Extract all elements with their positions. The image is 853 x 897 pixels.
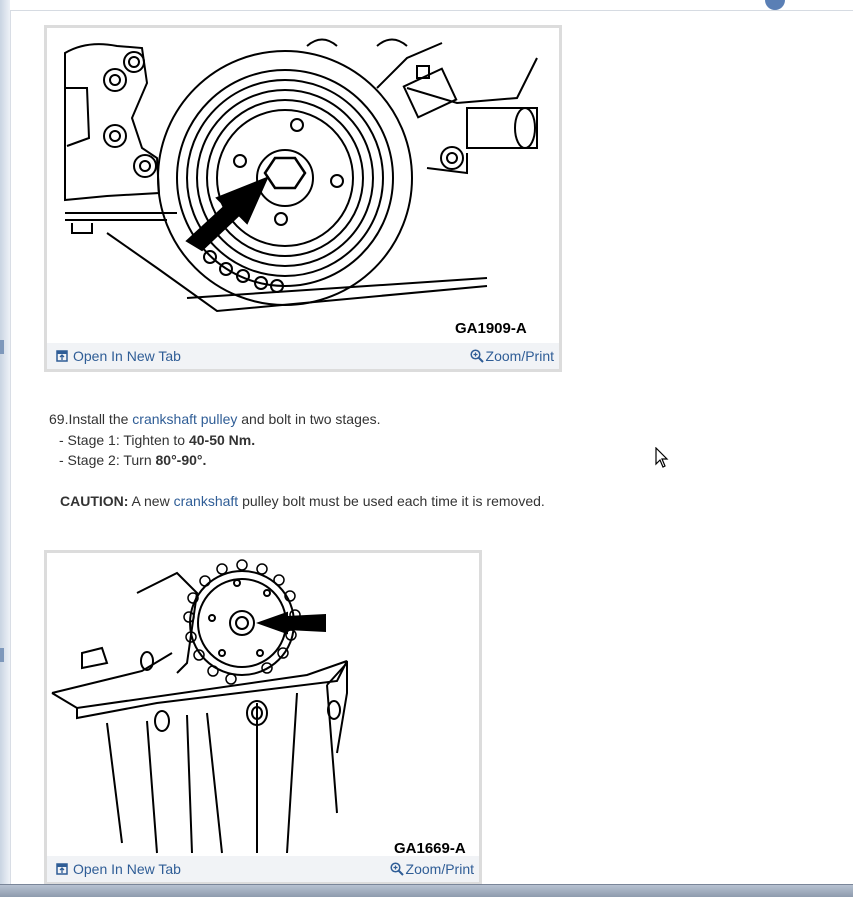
toolbar-button[interactable] — [765, 0, 785, 10]
open-tab-icon — [56, 862, 68, 878]
window-left-edge — [0, 0, 11, 896]
open-in-new-tab-link[interactable]: Open In New Tab — [56, 348, 181, 365]
stage-2-value: 80°-90°. — [155, 452, 207, 468]
stage-2-text: - Stage 2: Turn — [59, 452, 156, 468]
mouse-cursor-icon — [655, 446, 669, 474]
caution-note: CAUTION: A new crankshaft pulley bolt mu… — [49, 491, 789, 512]
zoom-icon — [469, 349, 484, 366]
edge-marker — [0, 340, 4, 354]
figure-toolbar: Open In New Tab Zoom/Print — [47, 856, 479, 882]
stage-1: - Stage 1: Tighten to 40-50 Nm. — [49, 430, 789, 451]
crankshaft-sprocket-illustration — [51, 559, 348, 854]
crankshaft-pulley-illustration — [64, 38, 538, 313]
open-in-new-tab-link[interactable]: Open In New Tab — [56, 861, 181, 878]
crankshaft-pulley-link[interactable]: crankshaft pulley — [132, 411, 237, 427]
edge-marker — [0, 648, 4, 662]
open-tab-icon — [56, 349, 68, 365]
step-number: 69. — [49, 411, 69, 427]
figure-label: GA1669-A — [394, 840, 466, 857]
top-toolbar-edge — [10, 0, 853, 11]
zoom-print-link[interactable]: Zoom/Print — [389, 861, 474, 879]
zoom-print-link[interactable]: Zoom/Print — [469, 348, 554, 366]
crankshaft-link[interactable]: crankshaft — [174, 493, 239, 509]
caution-text: A new — [128, 492, 174, 509]
instruction-step: 69.Install the crankshaft pulley and bol… — [49, 409, 789, 511]
stage-1-text: - Stage 1: Tighten to — [59, 431, 189, 448]
caution-text-end: pulley bolt must be used each time it is… — [238, 492, 545, 509]
figure-crankshaft-pulley: GA1909-A Open In New Tab Zoom/Print — [44, 25, 562, 372]
caution-label: CAUTION: — [60, 492, 129, 509]
step-line: 69.Install the crankshaft pulley and bol… — [49, 409, 789, 430]
zoom-icon — [389, 862, 404, 879]
step-text: Install the — [68, 411, 133, 427]
step-text-end: and bolt in two stages. — [237, 411, 381, 427]
open-in-new-tab-label: Open In New Tab — [73, 348, 181, 364]
stage-1-value: 40-50 Nm. — [188, 431, 256, 448]
window-bottom-edge — [0, 884, 853, 897]
zoom-print-label: Zoom/Print — [405, 861, 474, 877]
stage-2: - Stage 2: Turn 80°-90°. — [49, 450, 789, 471]
figure-toolbar: Open In New Tab Zoom/Print — [47, 343, 559, 369]
zoom-print-label: Zoom/Print — [485, 348, 554, 364]
figure-crankshaft-sprocket: GA1669-A Open In New Tab Zoom/Print — [44, 550, 482, 885]
open-in-new-tab-label: Open In New Tab — [73, 861, 181, 877]
figure-label: GA1909-A — [455, 320, 527, 337]
